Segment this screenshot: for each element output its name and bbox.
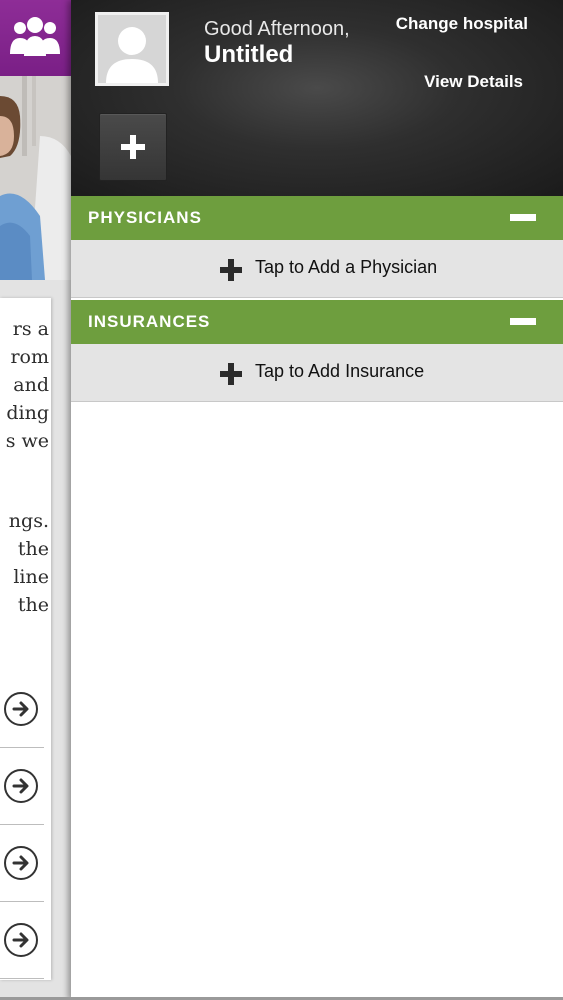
arrow-right-circle-icon <box>4 845 38 880</box>
user-name: Untitled <box>204 41 294 68</box>
avatar-placeholder-icon <box>98 15 166 83</box>
greeting-text: Good Afternoon, <box>204 18 350 40</box>
collapse-icon[interactable] <box>510 318 536 325</box>
add-physician-label: Tap to Add a Physician <box>255 257 438 277</box>
background-page-header <box>0 0 71 76</box>
add-physician-button[interactable]: Tap to Add a Physician <box>71 240 563 298</box>
insurances-section-header[interactable]: INSURANCES <box>71 300 563 344</box>
article-text-fragment: rom <box>10 346 49 368</box>
profile-header: Good Afternoon, Untitled Change hospital… <box>71 0 563 196</box>
add-insurance-label: Tap to Add Insurance <box>255 361 425 381</box>
article-text-fragment: rs a <box>12 318 49 340</box>
arrow-right-circle-icon <box>4 768 38 803</box>
profile-panel: Good Afternoon, Untitled Change hospital… <box>71 0 563 1000</box>
article-text-fragment: ngs. <box>8 510 49 532</box>
background-page: rs a rom and ding s we ngs. the line the <box>0 0 71 1000</box>
article-text-fragment: s we <box>5 430 49 452</box>
view-details-link[interactable]: View Details <box>424 72 523 92</box>
article-card: rs a rom and ding s we ngs. the line the <box>0 298 51 980</box>
plus-icon <box>220 259 242 281</box>
section-title: INSURANCES <box>88 312 211 331</box>
list-item[interactable] <box>0 747 44 825</box>
patient-photo-illustration <box>0 76 71 280</box>
add-button[interactable] <box>99 113 167 181</box>
article-text-fragment: ding <box>6 402 49 424</box>
plus-icon <box>220 363 242 385</box>
group-icon <box>10 17 60 56</box>
physicians-section-header[interactable]: PHYSICIANS <box>71 196 563 240</box>
add-insurance-button[interactable]: Tap to Add Insurance <box>71 344 563 402</box>
article-text-fragment: line <box>13 566 49 588</box>
change-hospital-link[interactable]: Change hospital <box>396 14 528 34</box>
collapse-icon[interactable] <box>510 214 536 221</box>
list-item[interactable] <box>0 670 44 748</box>
list-item[interactable] <box>0 824 44 902</box>
list-item[interactable] <box>0 901 44 979</box>
arrow-right-circle-icon <box>4 691 38 726</box>
hero-photo <box>0 76 71 280</box>
plus-icon <box>121 135 145 159</box>
article-text-fragment: the <box>17 594 49 616</box>
avatar[interactable] <box>95 12 169 86</box>
article-text-fragment: and <box>13 374 49 396</box>
article-text-fragment: the <box>17 538 49 560</box>
arrow-right-circle-icon <box>4 922 38 957</box>
section-title: PHYSICIANS <box>88 208 202 227</box>
